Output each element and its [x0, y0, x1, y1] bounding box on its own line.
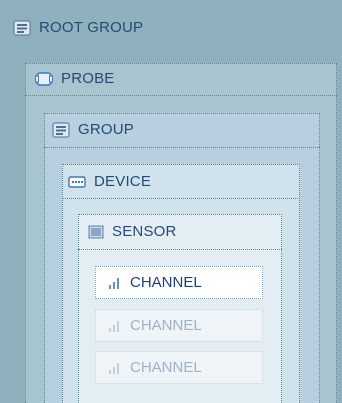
probe-icon	[35, 71, 53, 87]
root-group-header: ROOT GROUP	[13, 19, 143, 36]
group-icon	[52, 122, 70, 138]
group-divider	[44, 147, 320, 148]
sensor-label: SENSOR	[112, 223, 177, 240]
probe-label: PROBE	[61, 70, 115, 87]
channel-row: CHANNEL	[95, 351, 263, 384]
sensor-divider	[78, 249, 282, 250]
device-divider	[62, 198, 300, 199]
device-icon	[68, 175, 86, 188]
hierarchy-diagram: ROOT GROUP PROBE GROUP DEVICE SENSOR CHA…	[0, 0, 342, 403]
channel-label: CHANNEL	[130, 317, 202, 334]
channel-label: CHANNEL	[130, 359, 202, 376]
group-header: GROUP	[52, 121, 134, 138]
channel-icon	[108, 319, 122, 333]
root-group-label: ROOT GROUP	[39, 19, 144, 36]
probe-header: PROBE	[35, 70, 115, 87]
group-label: GROUP	[78, 121, 135, 138]
channel-row: CHANNEL	[95, 266, 263, 299]
group-icon	[13, 20, 31, 36]
sensor-header: SENSOR	[88, 223, 177, 240]
channel-row: CHANNEL	[95, 309, 263, 342]
sensor-icon	[88, 225, 104, 239]
probe-divider	[25, 95, 337, 96]
channel-label: CHANNEL	[130, 274, 202, 291]
device-label: DEVICE	[94, 173, 152, 190]
device-header: DEVICE	[68, 173, 151, 190]
channel-icon	[108, 361, 122, 375]
channel-icon	[108, 276, 122, 290]
